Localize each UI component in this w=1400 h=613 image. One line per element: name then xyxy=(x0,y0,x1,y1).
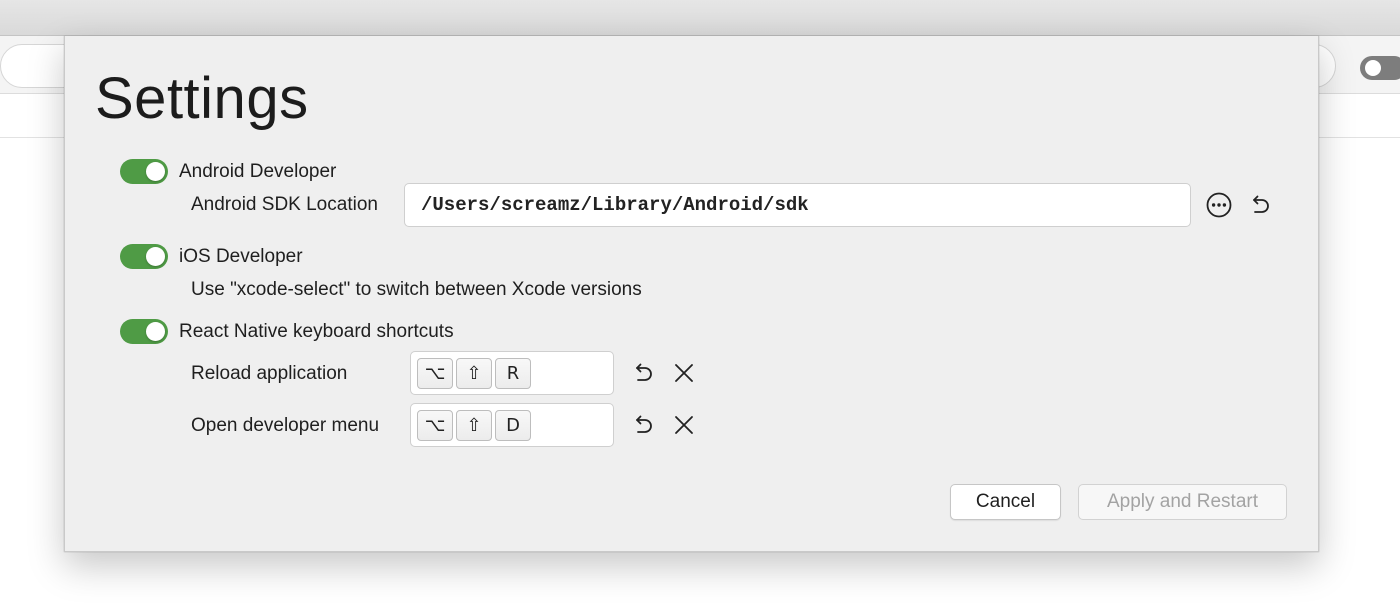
reload-application-shortcut-field[interactable]: ⌥ ⇧ R xyxy=(410,351,614,395)
android-sdk-location-label: Android SDK Location xyxy=(191,194,378,215)
react-native-shortcuts-label: React Native keyboard shortcuts xyxy=(179,321,454,342)
android-sdk-path-input[interactable]: /Users/screamz/Library/Android/sdk xyxy=(404,183,1191,227)
reset-shortcut-undo-icon[interactable] xyxy=(629,411,657,439)
clear-shortcut-close-icon[interactable] xyxy=(670,359,698,387)
open-developer-menu-shortcut-field[interactable]: ⌥ ⇧ D xyxy=(410,403,614,447)
ios-developer-toggle[interactable] xyxy=(120,244,168,269)
option-key: ⌥ xyxy=(417,358,453,389)
shift-key: ⇧ xyxy=(456,358,492,389)
android-developer-toggle[interactable] xyxy=(120,159,168,184)
cancel-button[interactable]: Cancel xyxy=(950,484,1061,520)
dialog-title: Settings xyxy=(95,66,309,131)
apply-and-restart-button[interactable]: Apply and Restart xyxy=(1078,484,1287,520)
background-title-bar xyxy=(0,0,1400,36)
reset-shortcut-undo-icon[interactable] xyxy=(629,359,657,387)
undo-icon[interactable] xyxy=(1246,191,1274,219)
more-icon[interactable] xyxy=(1205,191,1233,219)
letter-key: R xyxy=(495,358,531,389)
toggle-knob xyxy=(146,247,165,266)
option-key: ⌥ xyxy=(417,410,453,441)
letter-key: D xyxy=(495,410,531,441)
ios-developer-label: iOS Developer xyxy=(179,246,303,267)
background-toggle xyxy=(1360,56,1400,80)
shift-key: ⇧ xyxy=(456,410,492,441)
clear-shortcut-close-icon[interactable] xyxy=(670,411,698,439)
toggle-knob xyxy=(146,322,165,341)
open-developer-menu-label: Open developer menu xyxy=(191,415,380,436)
toggle-knob xyxy=(146,162,165,181)
android-developer-label: Android Developer xyxy=(179,161,337,182)
settings-dialog: Settings Android Developer Android SDK L… xyxy=(64,36,1319,552)
xcode-select-hint: Use "xcode-select" to switch between Xco… xyxy=(191,279,642,300)
reload-application-label: Reload application xyxy=(191,363,348,384)
react-native-shortcuts-toggle[interactable] xyxy=(120,319,168,344)
